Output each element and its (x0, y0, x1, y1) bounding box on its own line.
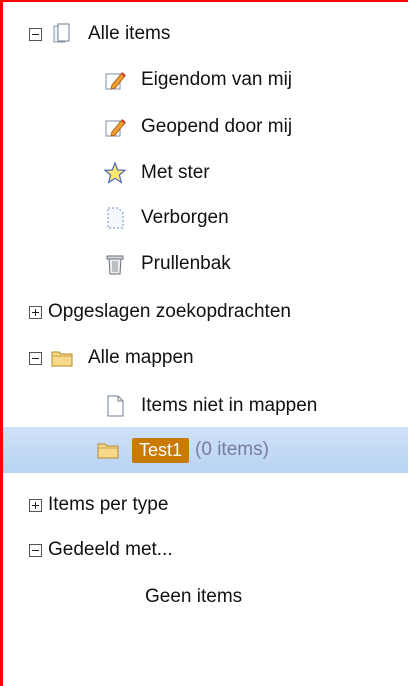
expand-toggle[interactable] (29, 498, 42, 512)
folder-icon (51, 351, 73, 367)
tree-item-label: Gedeeld met... (48, 539, 173, 560)
tree-item-label: Opgeslagen zoekopdrachten (48, 301, 291, 322)
trash-icon (106, 255, 124, 275)
empty-state-text: Geen items (3, 577, 408, 617)
tree-item-test1-folder[interactable]: Test1 (0 items) (3, 427, 408, 473)
tree-item-all-folders[interactable]: Alle mappen (3, 338, 408, 378)
document-icon (107, 395, 124, 417)
tree-item-not-in-folders[interactable]: Items niet in mappen (3, 386, 408, 426)
tree-item-label: Geen items (145, 586, 243, 607)
dashed-document-icon (107, 207, 124, 229)
tree-item-trash[interactable]: Prullenbak (3, 244, 408, 284)
tree-item-label: Items per type (48, 494, 169, 515)
tree-item-by-type[interactable]: Items per type (3, 485, 408, 525)
tree-item-label: Geopend door mij (141, 116, 293, 137)
tree-item-label: Verborgen (141, 207, 229, 228)
tree-item-label: Items niet in mappen (141, 395, 318, 416)
tree-item-all-items[interactable]: Alle items (3, 14, 408, 54)
tree-item-starred[interactable]: Met ster (3, 153, 408, 193)
tree-item-saved-searches[interactable]: Opgeslagen zoekopdrachten (3, 292, 408, 332)
collapse-toggle[interactable] (29, 27, 42, 41)
tree-item-owned-by-me[interactable]: Eigendom van mij (3, 60, 408, 100)
collapse-toggle[interactable] (29, 543, 42, 557)
tree-item-label: Prullenbak (141, 253, 231, 274)
tree-item-opened-by-me[interactable]: Geopend door mij (3, 107, 408, 147)
navigation-tree: Alle items Eigendom van mij Geopend door… (0, 0, 408, 686)
collapse-toggle[interactable] (29, 351, 42, 365)
tree-item-label: Eigendom van mij (141, 69, 293, 90)
star-icon (103, 161, 127, 184)
folder-name-badge: Test1 (132, 437, 190, 463)
tree-item-label: Met ster (141, 162, 210, 183)
tree-item-shared-with[interactable]: Gedeeld met... (3, 530, 408, 570)
tree-item-label: Alle items (88, 23, 171, 44)
tree-item-hidden[interactable]: Verborgen (3, 198, 408, 238)
document-stack-icon (53, 23, 70, 43)
expand-toggle[interactable] (29, 305, 42, 319)
pencil-icon (105, 119, 126, 137)
item-count: (0 items) (195, 439, 269, 460)
pencil-icon (105, 72, 126, 90)
folder-icon (97, 443, 119, 459)
tree-item-label: Alle mappen (88, 347, 194, 368)
